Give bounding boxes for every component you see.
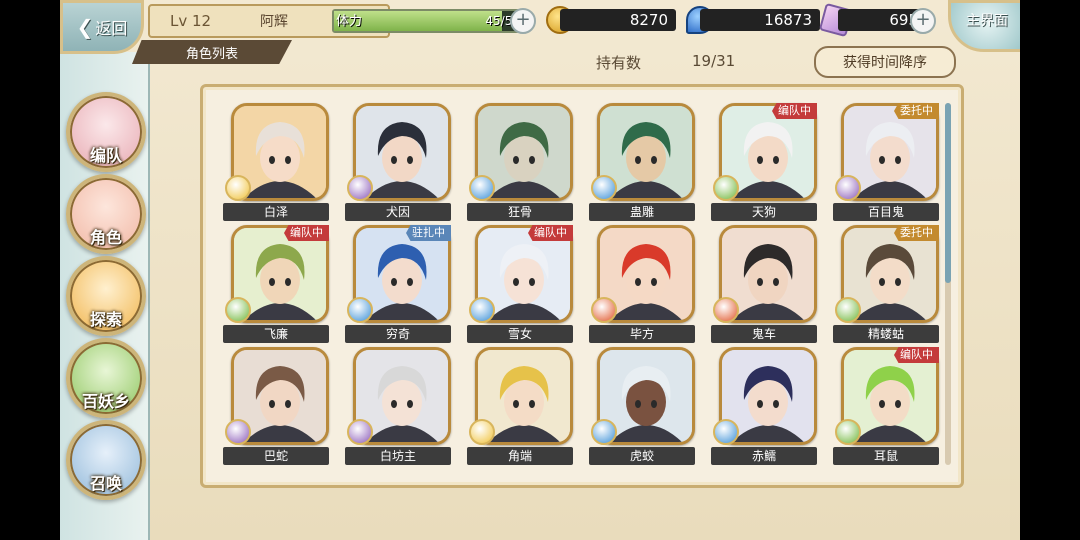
soul-amount: 16873 [700, 9, 820, 31]
character-card[interactable]: 编队中雪女 [467, 225, 575, 345]
character-card[interactable]: 毕方 [589, 225, 697, 345]
gold-amount: 8270 [560, 9, 676, 31]
dark-element-icon [225, 419, 251, 445]
sidebar-item-label: 角色 [89, 228, 122, 247]
wind-element-icon [225, 297, 251, 323]
stamina-label: 体力 [336, 14, 363, 29]
dark-element-icon [835, 175, 861, 201]
sidebar-item-team[interactable]: 编队 [66, 92, 146, 172]
owned-count: 19/31 [692, 52, 736, 70]
side-menu: 编队 角色 探索 百妖乡 召唤 [60, 52, 150, 540]
sidebar-item-explore[interactable]: 探索 [66, 256, 146, 336]
owned-label: 持有数 [596, 54, 642, 72]
character-card[interactable]: 编队中飞廉 [223, 225, 331, 345]
sort-button[interactable]: 获得时间降序 [814, 46, 956, 78]
character-name: 虎蛟 [589, 447, 695, 465]
character-name: 犬因 [345, 203, 451, 221]
back-label: 返回 [95, 19, 128, 38]
scrollbar-thumb[interactable] [945, 103, 951, 283]
status-badge: 编队中 [772, 103, 817, 119]
sidebar-item-label: 编队 [89, 146, 122, 165]
status-badge: 委托中 [894, 103, 939, 119]
light-element-icon [225, 175, 251, 201]
sidebar-item-label: 召唤 [89, 474, 122, 493]
back-arrow-icon: ❮ [76, 15, 94, 39]
status-badge: 编队中 [284, 225, 329, 241]
water-element-icon [591, 419, 617, 445]
add-stamina-button[interactable]: + [510, 8, 536, 34]
dark-element-icon [347, 175, 373, 201]
sidebar-item-summon[interactable]: 召唤 [66, 420, 146, 500]
character-card[interactable]: 委托中百目鬼 [833, 103, 941, 223]
character-name: 毕方 [589, 325, 695, 343]
character-name: 鬼车 [711, 325, 817, 343]
character-name: 赤鱬 [711, 447, 817, 465]
character-name: 白泽 [223, 203, 329, 221]
character-name: 穷奇 [345, 325, 451, 343]
character-card[interactable]: 白坊主 [345, 347, 453, 467]
status-badge: 驻扎中 [406, 225, 451, 241]
sidebar-item-label: 百妖乡 [81, 392, 130, 411]
character-name: 巴蛇 [223, 447, 329, 465]
status-badge: 编队中 [528, 225, 573, 241]
character-card[interactable]: 白泽 [223, 103, 331, 223]
dark-element-icon [347, 419, 373, 445]
character-name: 百目鬼 [833, 203, 939, 221]
character-name: 角端 [467, 447, 573, 465]
wind-element-icon [835, 297, 861, 323]
player-name: 阿辉 [260, 14, 288, 30]
character-card[interactable]: 驻扎中穷奇 [345, 225, 453, 345]
fire-element-icon [591, 297, 617, 323]
character-name: 耳鼠 [833, 447, 939, 465]
character-name: 飞廉 [223, 325, 329, 343]
water-element-icon [469, 175, 495, 201]
character-card[interactable]: 编队中天狗 [711, 103, 819, 223]
character-card[interactable]: 鬼车 [711, 225, 819, 345]
character-card[interactable]: 委托中精蝼蛄 [833, 225, 941, 345]
character-name: 蛊雕 [589, 203, 695, 221]
character-card[interactable]: 编队中耳鼠 [833, 347, 941, 467]
status-badge: 编队中 [894, 347, 939, 363]
character-name: 天狗 [711, 203, 817, 221]
status-badge: 委托中 [894, 225, 939, 241]
character-grid: 白泽 犬因 狂骨 蛊雕 编队中 天狗 委托中 百目鬼 编队中 飞廉 驻扎中 穷奇 编队中 雪女 毕方 鬼车 委托… [200, 84, 964, 488]
character-name: 雪女 [467, 325, 573, 343]
character-name: 狂骨 [467, 203, 573, 221]
wind-element-icon [835, 419, 861, 445]
sidebar-item-character[interactable]: 角色 [66, 174, 146, 254]
water-element-icon [591, 175, 617, 201]
sidebar-item-village[interactable]: 百妖乡 [66, 338, 146, 418]
water-element-icon [713, 419, 739, 445]
game-screen: 编队 角色 探索 百妖乡 召唤 ❮ 返回 Lv 12 阿辉 角色列表 体力 45… [60, 0, 1020, 540]
character-card[interactable]: 赤鱬 [711, 347, 819, 467]
character-card[interactable]: 巴蛇 [223, 347, 331, 467]
character-card[interactable]: 虎蛟 [589, 347, 697, 467]
back-button[interactable]: ❮ 返回 [60, 0, 144, 54]
water-element-icon [469, 297, 495, 323]
scrollbar[interactable] [945, 103, 951, 465]
tab-character-list: 角色列表 [132, 40, 292, 64]
sidebar-item-label: 探索 [89, 310, 122, 329]
character-card[interactable]: 犬因 [345, 103, 453, 223]
wind-element-icon [713, 175, 739, 201]
fire-element-icon [713, 297, 739, 323]
character-card[interactable]: 狂骨 [467, 103, 575, 223]
character-name: 精蝼蛄 [833, 325, 939, 343]
character-card[interactable]: 角端 [467, 347, 575, 467]
water-element-icon [347, 297, 373, 323]
character-name: 白坊主 [345, 447, 451, 465]
add-gem-button[interactable]: + [910, 8, 936, 34]
light-element-icon [469, 419, 495, 445]
character-card[interactable]: 蛊雕 [589, 103, 697, 223]
stamina-bar: 体力 45/51 [332, 9, 526, 33]
player-level: Lv 12 [170, 12, 212, 30]
